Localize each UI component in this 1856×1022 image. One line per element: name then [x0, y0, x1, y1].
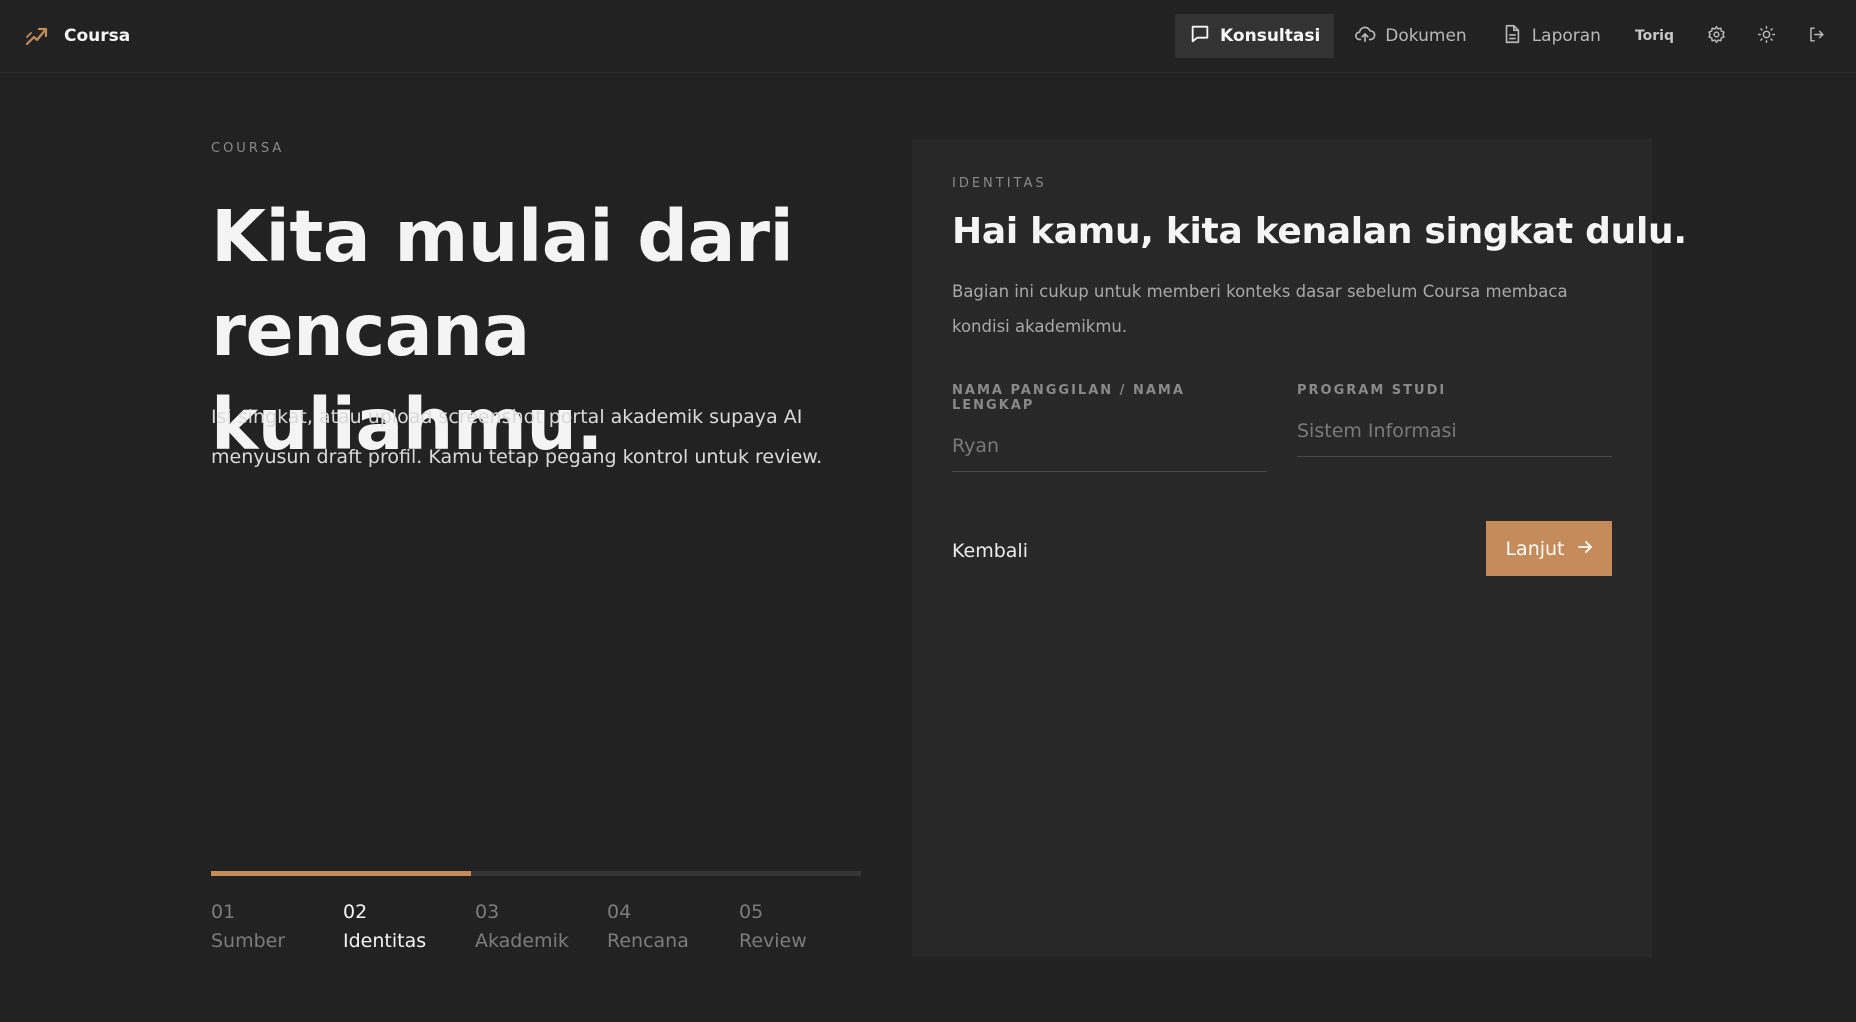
logout-icon [1807, 25, 1826, 48]
identity-form-card: IDENTITAS Hai kamu, kita kenalan singkat… [912, 139, 1687, 957]
stepper: 01 Sumber 02 Identitas 03 Akademik 04 Re… [211, 898, 873, 956]
nav-item-laporan[interactable]: Laporan [1487, 14, 1615, 58]
form-eyebrow: IDENTITAS [952, 176, 1047, 191]
nav-item-label: Laporan [1531, 26, 1601, 46]
nav-item-label: Dokumen [1385, 26, 1467, 46]
step-number: 02 [343, 901, 368, 923]
step-number: 03 [475, 901, 500, 923]
program-input[interactable] [1297, 416, 1612, 457]
step-number: 04 [607, 901, 632, 923]
step-akademik[interactable]: 03 Akademik [475, 898, 607, 956]
step-label: Review [739, 930, 807, 952]
progress-bar-fill [211, 871, 471, 876]
settings-button[interactable] [1694, 14, 1738, 58]
main-nav: Konsultasi Dokumen Laporan Toriq [1175, 14, 1838, 58]
program-field-group: PROGRAM STUDI [1297, 383, 1612, 457]
step-number: 01 [211, 901, 236, 923]
cloud-upload-icon [1354, 23, 1376, 50]
arrow-right-icon [1577, 538, 1593, 560]
name-input[interactable] [952, 431, 1267, 472]
brand-name: Coursa [64, 26, 131, 46]
user-name[interactable]: Toriq [1621, 28, 1688, 44]
next-button[interactable]: Lanjut [1486, 521, 1612, 576]
theme-toggle-button[interactable] [1744, 14, 1788, 58]
program-field-label: PROGRAM STUDI [1297, 383, 1447, 398]
top-navigation-bar: Coursa Konsultasi Dokumen Laporan Toriq [0, 0, 1856, 73]
hero-eyebrow: COURSA [211, 141, 285, 156]
step-sumber[interactable]: 01 Sumber [211, 898, 343, 956]
step-rencana[interactable]: 04 Rencana [607, 898, 739, 956]
step-identitas[interactable]: 02 Identitas [343, 898, 475, 956]
logout-button[interactable] [1794, 14, 1838, 58]
step-label: Akademik [475, 930, 569, 952]
sun-icon [1757, 25, 1776, 48]
step-number: 05 [739, 901, 764, 923]
brand[interactable]: Coursa [24, 23, 130, 49]
gear-icon [1707, 25, 1726, 48]
name-field-group: NAMA PANGGILAN / NAMA LENGKAP [952, 383, 1267, 472]
hero-description: Isi singkat, atau upload screenshot port… [211, 406, 823, 468]
form-description: Bagian ini cukup untuk memberi konteks d… [952, 282, 1568, 336]
step-review[interactable]: 05 Review [739, 898, 871, 956]
document-icon [1501, 23, 1523, 50]
progress-bar [211, 871, 861, 876]
next-button-label: Lanjut [1505, 537, 1565, 560]
nav-item-konsultasi[interactable]: Konsultasi [1175, 14, 1335, 58]
nav-item-dokumen[interactable]: Dokumen [1340, 14, 1480, 58]
form-title: Hai kamu, kita kenalan singkat dulu. [952, 211, 1687, 252]
chat-icon [1189, 23, 1211, 50]
step-label: Sumber [211, 930, 286, 952]
step-label: Rencana [607, 930, 689, 952]
trend-arrow-icon [24, 23, 50, 49]
step-label: Identitas [343, 930, 427, 952]
back-button[interactable]: Kembali [952, 529, 1028, 573]
name-field-label: NAMA PANGGILAN / NAMA LENGKAP [952, 383, 1185, 413]
nav-item-label: Konsultasi [1220, 26, 1321, 46]
